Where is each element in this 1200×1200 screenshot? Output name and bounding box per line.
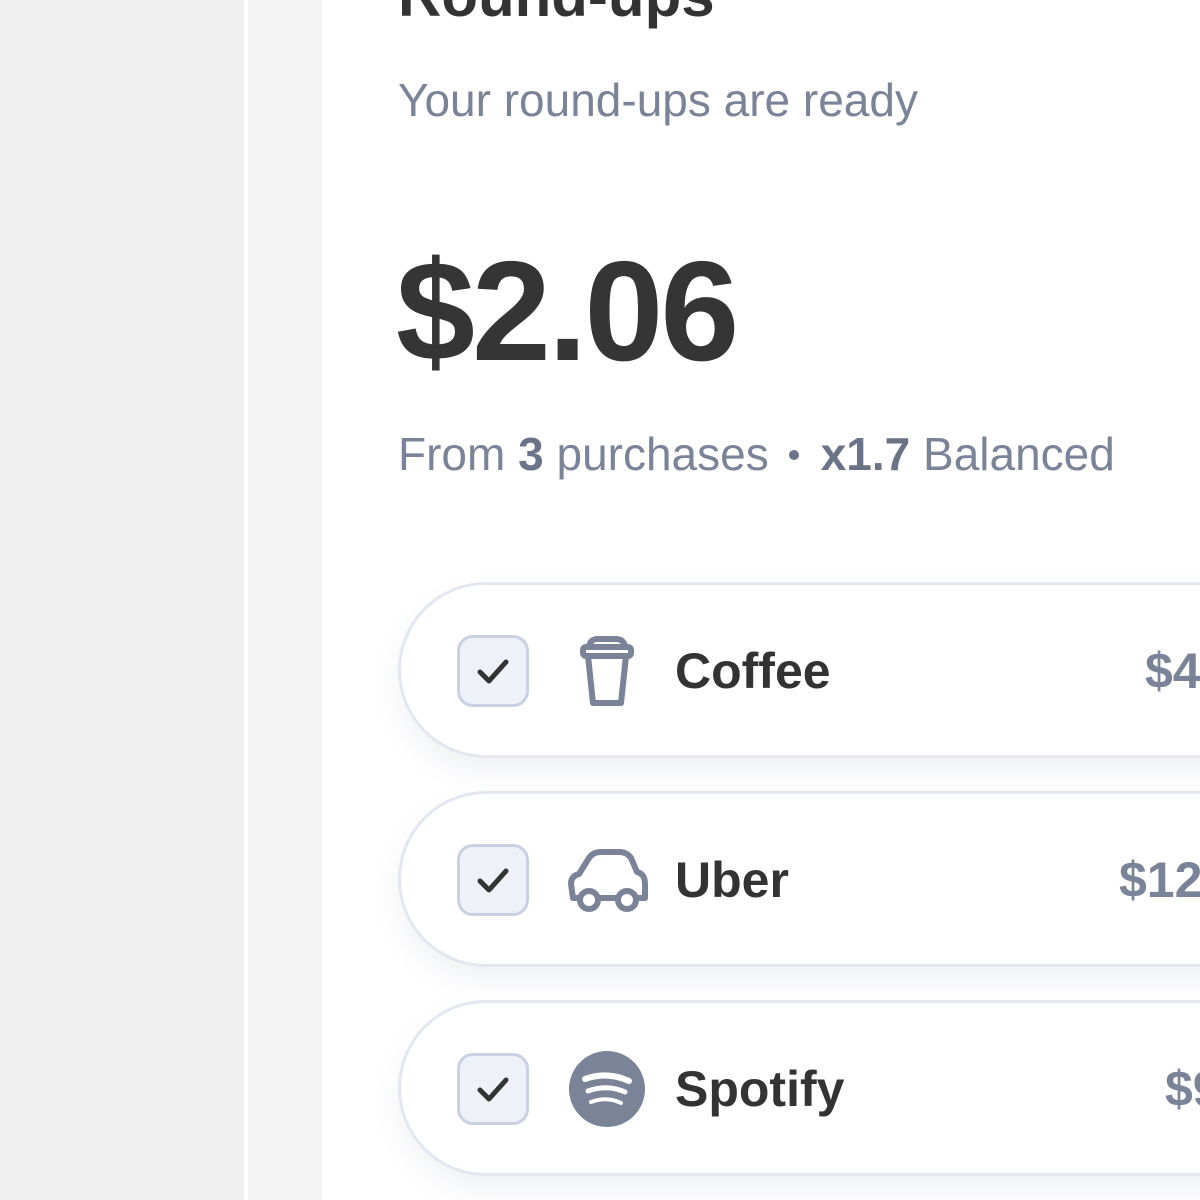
from-label: From [398, 428, 506, 480]
multiplier-label: Balanced [923, 428, 1115, 480]
purchase-name: Spotify [675, 1061, 845, 1117]
checkmark-icon [477, 1077, 509, 1102]
round-up-summary: From 3 purchases x1.7 Balanced [398, 424, 1115, 484]
purchase-price: $9 [1165, 1061, 1200, 1117]
page-title: Round-ups [398, 0, 715, 32]
purchases-label: purchases [556, 428, 769, 480]
purchase-count: 3 [518, 428, 544, 480]
purchase-name: Coffee [675, 643, 831, 699]
panel-margin [248, 0, 322, 1200]
spotify-icon [569, 1051, 645, 1127]
app-screen: Round-ups Your round-ups are ready $2.06… [0, 0, 1200, 1200]
left-gutter [0, 0, 244, 1200]
car-icon [568, 849, 648, 912]
uber-checkbox[interactable] [457, 844, 529, 916]
multiplier-value: x1.7 [820, 428, 911, 480]
coffee-cup-icon [580, 636, 634, 706]
checkmark-icon [477, 659, 509, 684]
round-up-total: $2.06 [396, 232, 739, 391]
purchase-row-coffee[interactable]: Coffee $4 [398, 582, 1200, 758]
separator-dot [788, 449, 799, 460]
coffee-checkbox[interactable] [457, 635, 529, 707]
purchase-name: Uber [675, 852, 789, 908]
purchase-price: $4 [1145, 643, 1200, 699]
page-subtitle: Your round-ups are ready [398, 74, 918, 126]
purchase-row-spotify[interactable]: Spotify $9 [398, 1000, 1200, 1176]
purchase-price: $12 [1119, 852, 1200, 908]
checkmark-icon [477, 868, 509, 893]
purchase-row-uber[interactable]: Uber $12 [398, 791, 1200, 967]
spotify-checkbox[interactable] [457, 1053, 529, 1125]
